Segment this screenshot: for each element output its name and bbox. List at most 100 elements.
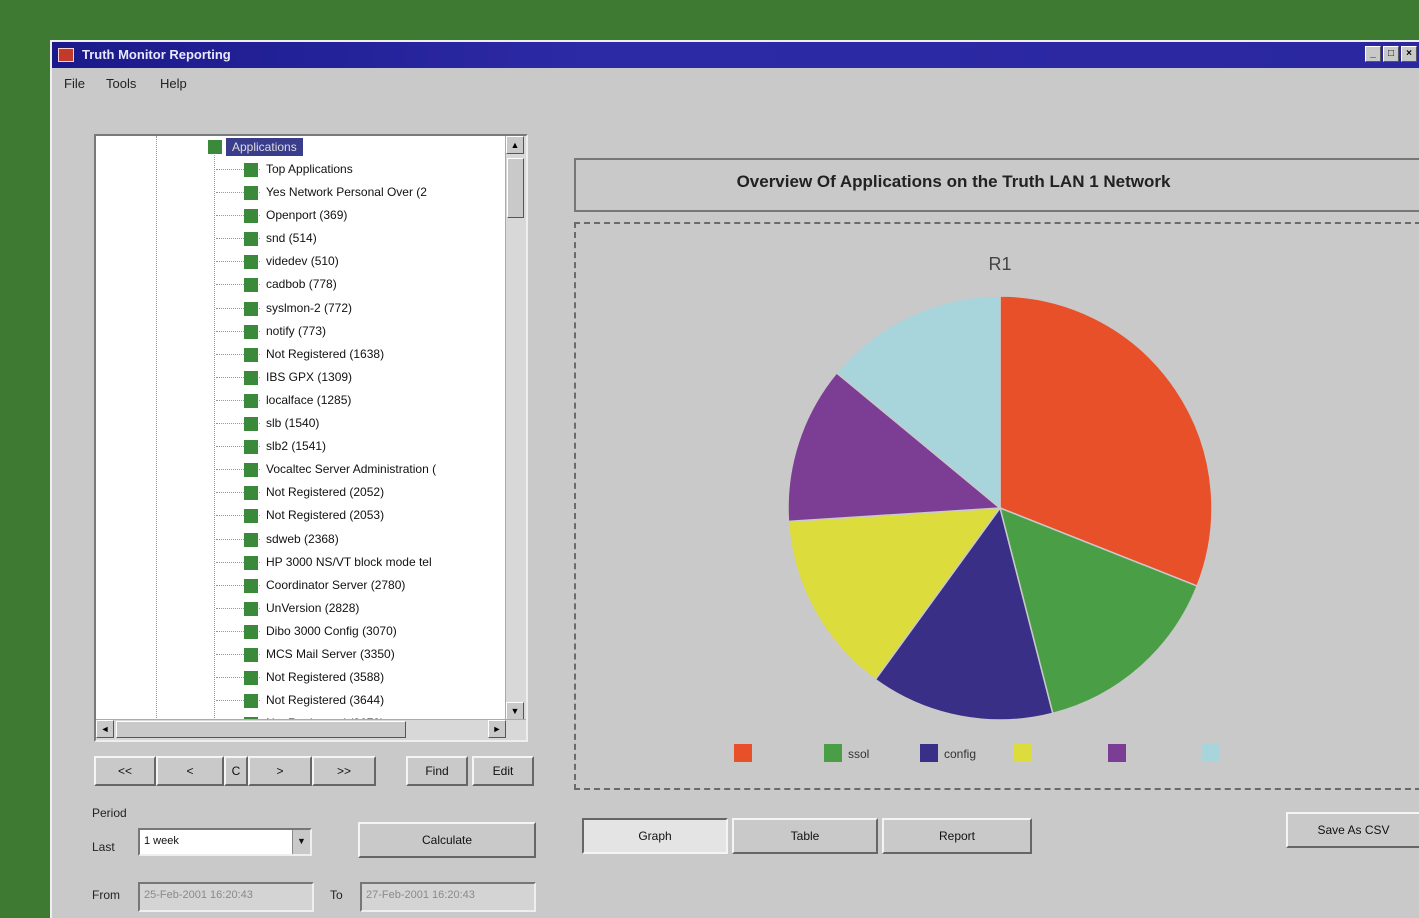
application-icon [244, 671, 258, 686]
legend-swatch-3 [1014, 744, 1032, 762]
tree-item[interactable]: Dibo 3000 Config (3070) [216, 620, 436, 643]
tree-item[interactable]: notify (773) [216, 320, 436, 343]
tree-item[interactable]: localface (1285) [216, 389, 436, 412]
scroll-thumb[interactable] [507, 158, 524, 218]
current-button[interactable]: C [224, 756, 248, 786]
tree-item-label: notify (773) [266, 323, 327, 338]
application-icon [244, 163, 258, 177]
tree-item[interactable]: snd (514) [216, 227, 436, 250]
tree-item-label: Not Registered (2053) [266, 508, 385, 523]
menu-file[interactable]: File [64, 76, 85, 91]
first-button[interactable]: << [94, 756, 156, 786]
application-icon [244, 301, 258, 316]
to-field[interactable]: 27-Feb-2001 16:20:43 [360, 882, 536, 912]
tree-item-label: Not Registered (3588) [266, 670, 385, 685]
scroll-right-icon[interactable]: ► [488, 720, 506, 738]
tree-item[interactable]: Yes Network Personal Over (2 [216, 181, 436, 204]
legend-swatch-1 [824, 744, 842, 762]
tree-item[interactable]: IBS GPX (1309) [216, 366, 436, 389]
save-as-csv-button[interactable]: Save As CSV [1286, 812, 1419, 848]
tab-report[interactable]: Report [882, 818, 1032, 854]
next-button[interactable]: > [248, 756, 312, 786]
tree-item-label: IBS GPX (1309) [266, 369, 353, 384]
tree-item[interactable]: Not Registered (3588) [216, 666, 436, 689]
tree-item-label: UnVersion (2828) [266, 600, 360, 615]
tree-item-label: videdev (510) [266, 254, 339, 269]
application-tree[interactable]: Applications Top Applications Yes Network… [94, 134, 528, 742]
chart-title: Overview Of Applications on the Truth LA… [736, 172, 1171, 191]
scroll-left-icon[interactable]: ◄ [96, 720, 114, 738]
tree-item[interactable]: cadbob (778) [216, 273, 436, 296]
maximize-icon[interactable]: □ [1383, 46, 1399, 62]
tree-item-label: Vocaltec Server Administration ( [266, 462, 437, 477]
legend-swatch-0 [734, 744, 752, 762]
tree-item-label: sdweb (2368) [266, 531, 339, 546]
tree-item-label: syslmon-2 (772) [266, 300, 353, 315]
tree-item-label: Not Registered (1638) [266, 346, 385, 361]
tree-item[interactable]: Coordinator Server (2780) [216, 574, 436, 597]
tree-item[interactable]: Openport (369) [216, 204, 436, 227]
tree-item[interactable]: videdev (510) [216, 250, 436, 273]
application-icon [244, 694, 258, 709]
tree-item-label: Openport (369) [266, 208, 348, 223]
legend-swatch-5 [1202, 744, 1220, 762]
legend-label-2: config [944, 747, 976, 761]
application-icon [244, 555, 258, 570]
from-label: From [92, 888, 120, 902]
tree-item[interactable]: Not Registered (3644) [216, 689, 436, 712]
tree-item-label: slb2 (1541) [266, 439, 327, 454]
tree-item[interactable]: syslmon-2 (772) [216, 297, 436, 320]
tree-item[interactable]: Not Registered (1638) [216, 343, 436, 366]
tree-item-label: snd (514) [266, 231, 317, 246]
application-icon [244, 624, 258, 639]
tree-guide [156, 136, 157, 740]
tree-item[interactable]: sdweb (2368) [216, 528, 436, 551]
tab-table[interactable]: Table [732, 818, 878, 854]
chart-panel: R1 ssol config [574, 222, 1419, 790]
tree-item-label: localface (1285) [266, 392, 352, 407]
tree-item[interactable]: UnVersion (2828) [216, 597, 436, 620]
scroll-down-icon[interactable]: ▼ [506, 702, 524, 720]
tree-item[interactable]: Vocaltec Server Administration ( [216, 458, 436, 481]
application-icon [244, 324, 258, 339]
tree-item[interactable]: slb2 (1541) [216, 435, 436, 458]
application-icon [244, 232, 258, 247]
tree-item[interactable]: Not Registered (2053) [216, 504, 436, 527]
menu-tools[interactable]: Tools [106, 76, 136, 91]
last-button[interactable]: >> [312, 756, 376, 786]
chart-title-box: Overview Of Applications on the Truth LA… [574, 158, 1419, 212]
application-icon [244, 278, 258, 293]
tree-horizontal-scrollbar[interactable]: ◄ ► [96, 719, 526, 740]
find-button[interactable]: Find [406, 756, 468, 786]
calculate-button[interactable]: Calculate [358, 822, 536, 858]
tree-item[interactable]: Top Applications [216, 158, 436, 181]
pie-title: R1 [988, 254, 1011, 274]
application-icon [244, 417, 258, 432]
tree-item-label: MCS Mail Server (3350) [266, 646, 395, 661]
menu-help[interactable]: Help [160, 76, 187, 91]
application-icon [244, 647, 258, 662]
close-icon[interactable]: × [1401, 46, 1417, 62]
minimize-icon[interactable]: _ [1365, 46, 1381, 62]
menu-bar: File Tools Help [52, 72, 1419, 94]
from-field[interactable]: 25-Feb-2001 16:20:43 [138, 882, 314, 912]
edit-button[interactable]: Edit [472, 756, 534, 786]
scroll-thumb-horizontal[interactable] [116, 721, 406, 738]
tree-item[interactable]: MCS Mail Server (3350) [216, 643, 436, 666]
application-icon [244, 509, 258, 524]
previous-button[interactable]: < [156, 756, 224, 786]
chevron-down-icon[interactable]: ▼ [292, 830, 310, 854]
tree-item-label: Not Registered (2052) [266, 485, 385, 500]
tree-vertical-scrollbar[interactable]: ▲ ▼ [505, 136, 526, 720]
tree-item[interactable]: slb (1540) [216, 412, 436, 435]
tree-item-label: slb (1540) [266, 416, 320, 431]
tree-item[interactable]: HP 3000 NS/VT block mode tel [216, 551, 436, 574]
last-period-select[interactable]: 1 week ▼ [138, 828, 312, 856]
tab-graph[interactable]: Graph [582, 818, 728, 854]
last-label: Last [92, 840, 115, 854]
tree-root-applications[interactable]: Applications [208, 138, 303, 156]
application-icon [244, 601, 258, 616]
scroll-up-icon[interactable]: ▲ [506, 136, 524, 154]
title-bar[interactable]: Truth Monitor Reporting _ □ × [52, 42, 1419, 68]
tree-item[interactable]: Not Registered (2052) [216, 481, 436, 504]
